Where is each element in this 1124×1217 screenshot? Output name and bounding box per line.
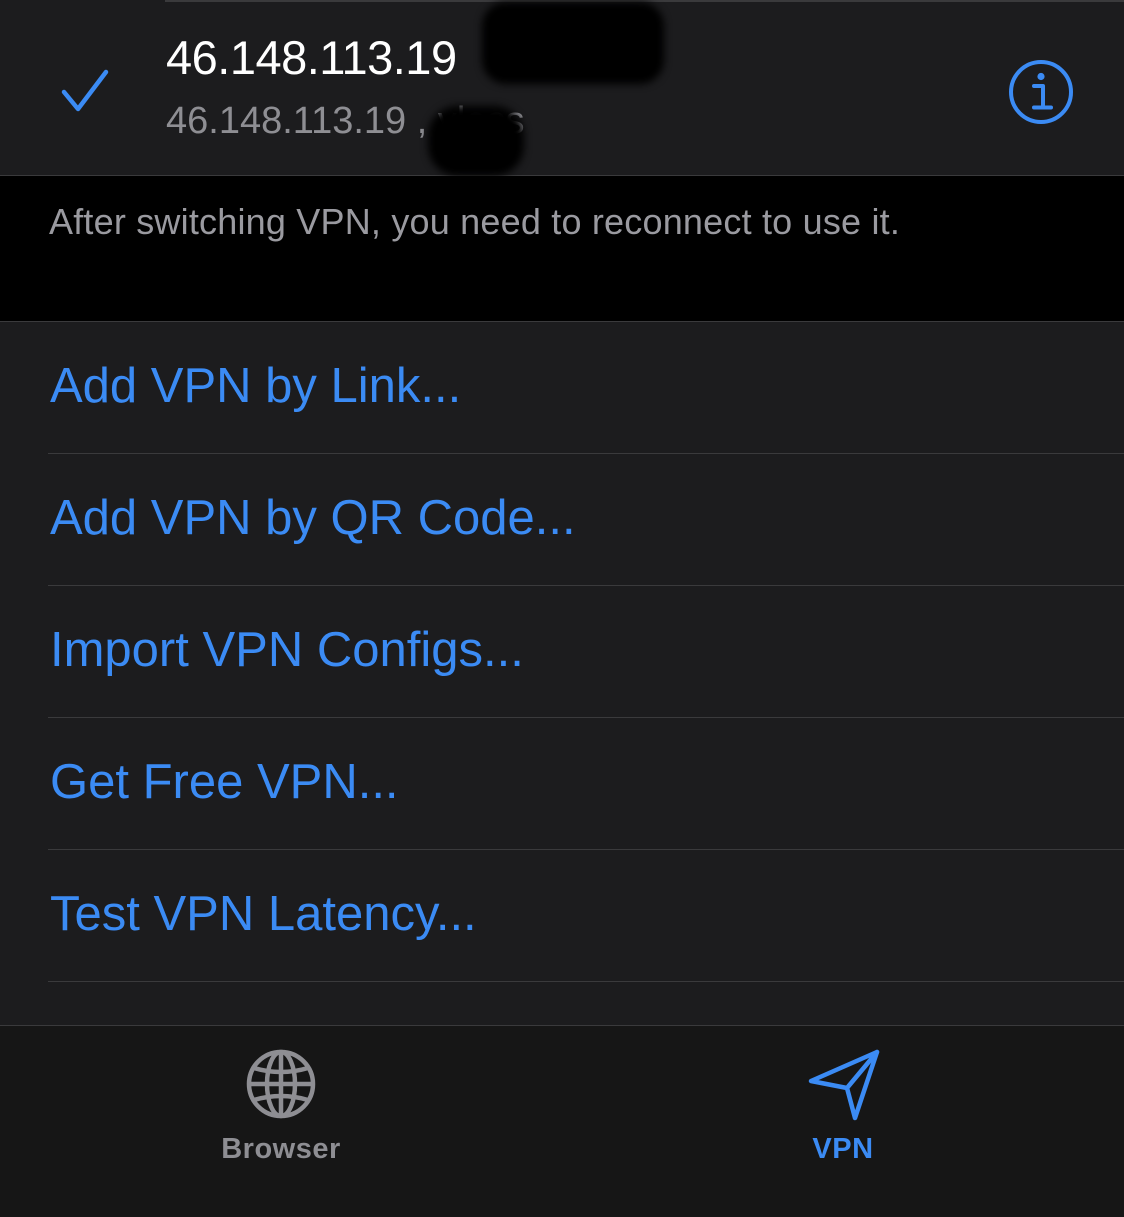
add-vpn-by-link-button[interactable]: Add VPN by Link... <box>0 322 1124 454</box>
redaction-mark <box>482 2 664 84</box>
import-vpn-configs-button[interactable]: Import VPN Configs... <box>0 586 1124 718</box>
section-footer-note: After switching VPN, you need to reconne… <box>49 201 901 242</box>
test-vpn-latency-button[interactable]: Test VPN Latency... <box>0 850 1124 982</box>
get-free-vpn-button[interactable]: Get Free VPN... <box>0 718 1124 850</box>
action-label: Test VPN Latency... <box>50 887 477 941</box>
server-address-title: 46.148.113.19 <box>166 31 457 84</box>
add-vpn-by-qr-code-button[interactable]: Add VPN by QR Code... <box>0 454 1124 586</box>
row-separator <box>48 981 1124 982</box>
vpn-actions-list: Add VPN by Link... Add VPN by QR Code...… <box>0 321 1124 1025</box>
tab-bar: Browser VPN <box>0 1025 1124 1217</box>
globe-icon <box>246 1049 316 1119</box>
paper-plane-icon <box>808 1049 880 1121</box>
action-label: Add VPN by Link... <box>50 359 462 413</box>
action-label: Add VPN by QR Code... <box>50 491 576 545</box>
checkmark-icon <box>61 69 109 112</box>
tab-label: VPN <box>812 1133 874 1165</box>
tab-browser[interactable]: Browser <box>131 1026 431 1176</box>
redaction-mark <box>428 106 524 176</box>
action-label: Import VPN Configs... <box>50 623 524 677</box>
info-circle-icon[interactable] <box>1008 59 1074 125</box>
action-label: Get Free VPN... <box>50 755 399 809</box>
selected-vpn-row[interactable]: 46.148.113.19 46.148.113.19 , vless <box>0 0 1124 176</box>
tab-label: Browser <box>221 1133 341 1165</box>
tab-vpn[interactable]: VPN <box>693 1026 993 1176</box>
